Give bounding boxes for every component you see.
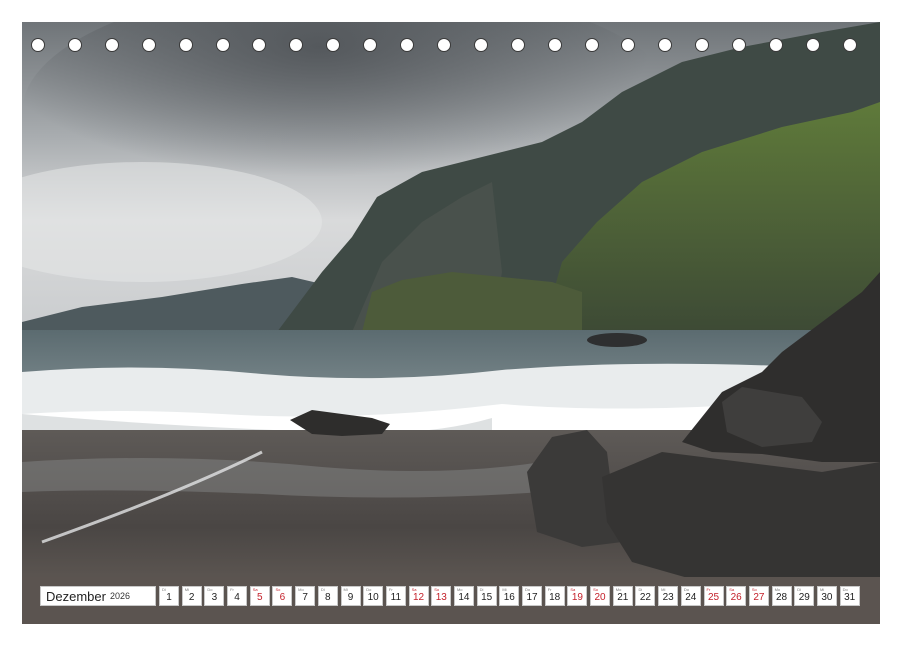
day-cell: Mo 14 xyxy=(453,586,474,606)
ring-hole xyxy=(473,38,488,52)
ring-hole xyxy=(215,38,230,52)
day-cell: So 20 xyxy=(590,586,611,606)
day-number: 11 xyxy=(390,592,402,603)
ring-hole xyxy=(769,38,783,52)
ring-hole xyxy=(67,38,82,52)
day-number: 9 xyxy=(347,592,354,603)
day-number: 16 xyxy=(503,592,515,603)
day-number: 31 xyxy=(844,592,856,603)
ring-hole xyxy=(584,38,599,52)
day-cell: Do 17 xyxy=(522,586,542,606)
day-number: 26 xyxy=(730,592,742,603)
coastal-landscape-photo xyxy=(22,22,880,624)
ring-hole xyxy=(326,38,341,52)
day-cell: Sa 26 xyxy=(726,586,747,606)
day-number: 14 xyxy=(458,592,470,603)
day-cell: Di 22 xyxy=(635,586,656,606)
day-cell: Fr 4 xyxy=(227,586,248,606)
ring-hole xyxy=(658,38,673,52)
day-cell: Sa 19 xyxy=(567,586,588,606)
day-cell: Di 1 xyxy=(159,586,179,606)
day-number: 6 xyxy=(279,592,286,603)
day-number: 20 xyxy=(594,592,606,603)
ring-hole xyxy=(178,38,193,52)
year-label: 2026 xyxy=(109,591,130,601)
day-cell: Do 3 xyxy=(204,586,225,606)
day-number: 21 xyxy=(617,592,629,603)
ring-binding xyxy=(22,38,880,56)
calendar-date-strip: Dezember 2026 Di 1 Mi 2 Do 3 Fr 4 Sa 5 So 6 Mo 7 Di 8 Mi… xyxy=(40,586,862,606)
ring-hole xyxy=(842,38,857,52)
day-number: 27 xyxy=(753,592,765,603)
day-cell: Fr 25 xyxy=(703,586,724,606)
day-cell: Mo 28 xyxy=(771,586,792,606)
ring-hole xyxy=(104,38,119,52)
day-cell: Do 31 xyxy=(839,586,860,606)
day-number: 4 xyxy=(234,592,240,603)
month-name: Dezember xyxy=(46,588,106,604)
calendar-page: Dezember 2026 Di 1 Mi 2 Do 3 Fr 4 Sa 5 So 6 Mo 7 Di 8 Mi… xyxy=(0,0,902,648)
day-number: 3 xyxy=(211,592,218,603)
day-number: 29 xyxy=(798,592,810,603)
day-number: 10 xyxy=(367,592,379,603)
day-number: 24 xyxy=(685,592,697,603)
day-number: 13 xyxy=(435,592,447,603)
beach-cliffs-illustration xyxy=(22,22,880,624)
day-cell: Mo 7 xyxy=(295,586,316,606)
ring-hole xyxy=(695,38,710,52)
day-cell: Mo 21 xyxy=(612,586,633,606)
sea-rock xyxy=(587,333,647,347)
ring-hole xyxy=(363,38,378,52)
day-cell: So 27 xyxy=(748,586,769,606)
ring-hole xyxy=(805,38,820,52)
day-number: 28 xyxy=(776,592,788,603)
day-cell: Mi 30 xyxy=(816,586,837,606)
day-cell: Fr 18 xyxy=(544,586,565,606)
day-number: 18 xyxy=(549,592,561,603)
day-cell: Di 8 xyxy=(317,586,338,606)
day-cell: Mi 16 xyxy=(499,586,520,606)
day-number: 22 xyxy=(639,592,651,603)
ring-hole xyxy=(141,38,156,52)
day-number: 19 xyxy=(571,592,583,603)
day-number: 23 xyxy=(662,592,674,603)
day-cell: Mi 9 xyxy=(340,586,361,606)
day-cell: Sa 5 xyxy=(249,586,270,606)
ring-hole xyxy=(436,38,451,52)
day-number: 25 xyxy=(707,592,720,603)
day-number: 1 xyxy=(166,592,172,603)
day-cell: So 6 xyxy=(272,586,293,606)
day-number: 15 xyxy=(481,592,493,603)
month-label-box: Dezember 2026 xyxy=(40,586,156,606)
ring-hole xyxy=(252,38,267,52)
day-number: 8 xyxy=(325,592,331,603)
day-number: 30 xyxy=(821,592,833,603)
ring-hole xyxy=(732,38,747,52)
ring-hole xyxy=(621,38,636,52)
day-number: 2 xyxy=(188,592,195,603)
ring-hole xyxy=(400,38,414,52)
day-cell: Do 24 xyxy=(680,586,701,606)
ring-hole xyxy=(547,38,562,52)
day-cell: Sa 12 xyxy=(408,586,429,606)
day-cell: Do 10 xyxy=(363,586,384,606)
day-number: 5 xyxy=(256,592,263,603)
ring-hole xyxy=(31,38,45,52)
day-cell: Di 15 xyxy=(476,586,497,606)
ring-hole xyxy=(289,38,304,52)
day-cell: Mi 2 xyxy=(181,586,202,606)
day-number: 7 xyxy=(302,592,308,603)
day-cell: So 13 xyxy=(431,586,452,606)
day-cell: Fr 11 xyxy=(385,586,406,606)
day-number: 17 xyxy=(526,592,538,603)
ring-hole xyxy=(510,38,525,52)
day-number: 12 xyxy=(413,592,425,603)
day-cell: Di 29 xyxy=(794,586,815,606)
day-cell: Mi 23 xyxy=(658,586,679,606)
